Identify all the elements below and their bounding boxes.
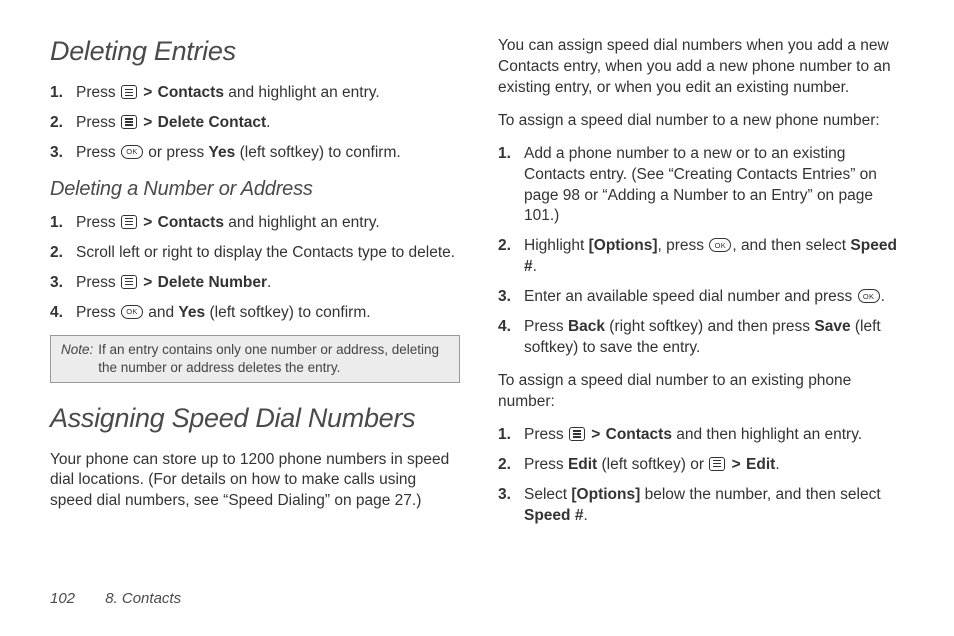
- heading-assigning-speed-dial: Assigning Speed Dial Numbers: [50, 403, 460, 434]
- note-label: Note:: [61, 341, 93, 376]
- caret-icon: >: [142, 274, 153, 291]
- ok-key-icon: [858, 289, 880, 303]
- text: Press: [76, 304, 120, 321]
- step: Add a phone number to a new or to an exi…: [498, 144, 908, 228]
- bold-label: Contacts: [158, 84, 224, 101]
- text: Press: [76, 84, 120, 101]
- text: Press: [76, 274, 120, 291]
- steps-assign-existing: Press > Contacts and then highlight an e…: [498, 425, 908, 527]
- text: , press: [658, 237, 709, 254]
- bold-label: Edit: [568, 456, 597, 473]
- step: Press > Delete Contact.: [50, 113, 460, 134]
- bold-label: Contacts: [158, 214, 224, 231]
- paragraph: To assign a speed dial number to a new p…: [498, 111, 908, 132]
- text: Press: [524, 456, 568, 473]
- text: .: [583, 507, 587, 524]
- text: (right softkey) and then press: [605, 318, 814, 335]
- step: Enter an available speed dial number and…: [498, 287, 908, 308]
- ok-key-icon: [121, 305, 143, 319]
- page-number: 102: [50, 590, 75, 607]
- bold-label: [Options]: [571, 486, 640, 503]
- paragraph: You can assign speed dial numbers when y…: [498, 36, 908, 99]
- ok-key-icon: [121, 145, 143, 159]
- text: (left softkey) to confirm.: [235, 144, 400, 161]
- bold-label: Yes: [209, 144, 236, 161]
- right-column: You can assign speed dial numbers when y…: [498, 36, 908, 584]
- page-columns: Deleting Entries Press > Contacts and hi…: [50, 36, 908, 584]
- text: Press: [524, 426, 568, 443]
- text: (left softkey) or: [597, 456, 708, 473]
- paragraph: Your phone can store up to 1200 phone nu…: [50, 450, 460, 513]
- step: Press > Contacts and highlight an entry.: [50, 213, 460, 234]
- text: .: [775, 456, 779, 473]
- text: Highlight: [524, 237, 589, 254]
- steps-deleting-entries: Press > Contacts and highlight an entry.…: [50, 83, 460, 164]
- bold-label: Delete Number: [158, 274, 267, 291]
- menu-key-icon: [569, 427, 585, 441]
- text: below the number, and then select: [640, 486, 880, 503]
- left-column: Deleting Entries Press > Contacts and hi…: [50, 36, 460, 584]
- note-box: Note: If an entry contains only one numb…: [50, 335, 460, 382]
- bold-label: Speed #: [524, 507, 583, 524]
- steps-deleting-number: Press > Contacts and highlight an entry.…: [50, 213, 460, 324]
- bold-label: Delete Contact: [158, 114, 267, 131]
- text: Press: [76, 114, 120, 131]
- step: Press > Contacts and then highlight an e…: [498, 425, 908, 446]
- bold-label: Edit: [746, 456, 775, 473]
- bold-label: Contacts: [606, 426, 672, 443]
- caret-icon: >: [590, 426, 601, 443]
- step: Press > Delete Number.: [50, 273, 460, 294]
- step: Press Edit (left softkey) or > Edit.: [498, 455, 908, 476]
- menu-key-icon: [121, 115, 137, 129]
- menu-key-icon: [121, 275, 137, 289]
- caret-icon: >: [731, 456, 742, 473]
- text: Press: [524, 318, 568, 335]
- text: and then highlight an entry.: [672, 426, 862, 443]
- text: Enter an available speed dial number and…: [524, 288, 857, 305]
- caret-icon: >: [142, 114, 153, 131]
- text: (left softkey) to confirm.: [205, 304, 370, 321]
- bold-label: Back: [568, 318, 605, 335]
- menu-key-icon: [121, 215, 137, 229]
- menu-key-icon: [709, 457, 725, 471]
- step: Press Back (right softkey) and then pres…: [498, 317, 908, 359]
- paragraph: To assign a speed dial number to an exis…: [498, 371, 908, 413]
- step: Press or press Yes (left softkey) to con…: [50, 143, 460, 164]
- note-text: If an entry contains only one number or …: [98, 341, 451, 376]
- bold-label: Yes: [178, 304, 205, 321]
- ok-key-icon: [709, 238, 731, 252]
- bold-label: [Options]: [589, 237, 658, 254]
- text: Press: [76, 214, 120, 231]
- caret-icon: >: [142, 214, 153, 231]
- text: , and then select: [732, 237, 850, 254]
- step: Highlight [Options], press , and then se…: [498, 236, 908, 278]
- text: .: [267, 274, 271, 291]
- chapter-label: 8. Contacts: [105, 590, 181, 607]
- step: Select [Options] below the number, and t…: [498, 485, 908, 527]
- steps-assign-new: Add a phone number to a new or to an exi…: [498, 144, 908, 359]
- text: and highlight an entry.: [224, 84, 380, 101]
- step: Press > Contacts and highlight an entry.: [50, 83, 460, 104]
- text: Select: [524, 486, 571, 503]
- menu-key-icon: [121, 85, 137, 99]
- step: Scroll left or right to display the Cont…: [50, 243, 460, 264]
- caret-icon: >: [142, 84, 153, 101]
- heading-deleting-number-address: Deleting a Number or Address: [50, 178, 460, 201]
- bold-label: Save: [814, 318, 850, 335]
- text: or press: [144, 144, 209, 161]
- text: and highlight an entry.: [224, 214, 380, 231]
- page-footer: 102 8. Contacts: [50, 590, 908, 607]
- heading-deleting-entries: Deleting Entries: [50, 36, 460, 67]
- text: .: [881, 288, 885, 305]
- text: .: [533, 258, 537, 275]
- text: and: [144, 304, 178, 321]
- text: Press: [76, 144, 120, 161]
- step: Press and Yes (left softkey) to confirm.: [50, 303, 460, 324]
- text: .: [266, 114, 270, 131]
